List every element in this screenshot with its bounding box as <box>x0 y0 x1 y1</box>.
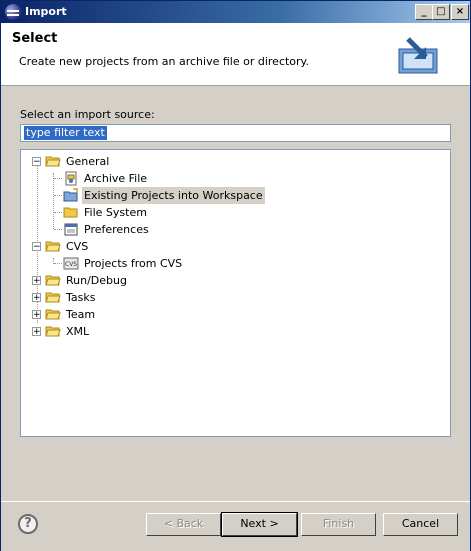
folder-icon <box>45 326 61 337</box>
expand-icon[interactable]: + <box>32 310 41 320</box>
collapse-icon[interactable]: − <box>32 157 41 167</box>
page-title: Select <box>12 31 58 46</box>
maximize-button[interactable]: □ <box>432 4 450 20</box>
wizard-body: Select an import source: type filter tex… <box>1 86 470 501</box>
tree-item-label: General <box>66 155 110 168</box>
cvs-repository-icon: CVS <box>63 257 79 270</box>
project-import-icon <box>63 188 78 202</box>
help-icon[interactable]: ? <box>18 514 38 534</box>
tree-item-label: CVS <box>66 240 89 253</box>
next-button[interactable]: Next > <box>221 512 298 537</box>
finish-button[interactable]: Finish <box>301 513 376 536</box>
window-title: Import <box>25 5 67 18</box>
collapse-icon[interactable]: − <box>32 242 41 252</box>
folder-icon <box>63 207 78 218</box>
tree-item-file-system[interactable]: File System <box>21 204 441 221</box>
filter-input[interactable]: type filter text <box>20 124 451 142</box>
eclipse-icon <box>5 4 21 20</box>
tree-item-label: Team <box>66 308 96 321</box>
wizard-header: Select Create new projects from an archi… <box>1 23 470 86</box>
folder-icon <box>45 309 61 320</box>
filter-input-text[interactable]: type filter text <box>24 126 107 140</box>
button-bar: ? < Back Next > Finish Cancel <box>1 501 470 551</box>
tree-item-label: Preferences <box>84 223 149 236</box>
folder-icon <box>45 292 61 303</box>
open-folder-icon <box>45 241 61 252</box>
tree-item-existing-projects[interactable]: Existing Projects into Workspace <box>21 187 441 204</box>
open-folder-icon <box>45 156 61 167</box>
expand-icon[interactable]: + <box>32 327 41 337</box>
minimize-button[interactable]: _ <box>415 4 433 20</box>
page-description: Create new projects from an archive file… <box>19 55 309 68</box>
import-dialog: Import _ □ × Select Create new projects … <box>0 0 471 551</box>
archive-file-icon <box>65 171 77 186</box>
expand-icon[interactable]: + <box>32 293 41 303</box>
cancel-button[interactable]: Cancel <box>383 513 458 536</box>
tree-item-general[interactable]: − General <box>21 153 441 170</box>
tree-item-projects-from-cvs[interactable]: CVS Projects from CVS <box>21 255 441 272</box>
close-button[interactable]: × <box>451 4 469 20</box>
tree-item-cvs[interactable]: − CVS <box>21 238 441 255</box>
tree-item-archive-file[interactable]: Archive File <box>21 170 441 187</box>
tree-item-label: Archive File <box>84 172 148 185</box>
import-source-tree[interactable]: − General Archive File Existing Projects… <box>20 149 451 437</box>
folder-icon <box>45 275 61 286</box>
tree-item-preferences[interactable]: Preferences <box>21 221 441 238</box>
tree-item-label: Projects from CVS <box>84 257 183 270</box>
preferences-icon <box>64 223 78 236</box>
tree-item-label: Run/Debug <box>66 274 127 287</box>
tree-item-tasks[interactable]: + Tasks <box>21 289 441 306</box>
tree-item-xml[interactable]: + XML <box>21 323 441 340</box>
tree-item-team[interactable]: + Team <box>21 306 441 323</box>
title-bar[interactable]: Import _ □ × <box>1 1 470 23</box>
tree-item-label: File System <box>84 206 147 219</box>
back-button[interactable]: < Back <box>146 513 221 536</box>
tree-item-run-debug[interactable]: + Run/Debug <box>21 272 441 289</box>
svg-text:CVS: CVS <box>65 261 77 268</box>
import-wizard-icon <box>398 37 438 74</box>
tree-item-label: Tasks <box>66 291 96 304</box>
expand-icon[interactable]: + <box>32 276 41 286</box>
tree-item-label: Existing Projects into Workspace <box>82 187 265 204</box>
import-source-label: Select an import source: <box>20 108 155 121</box>
tree-item-label: XML <box>66 325 90 338</box>
